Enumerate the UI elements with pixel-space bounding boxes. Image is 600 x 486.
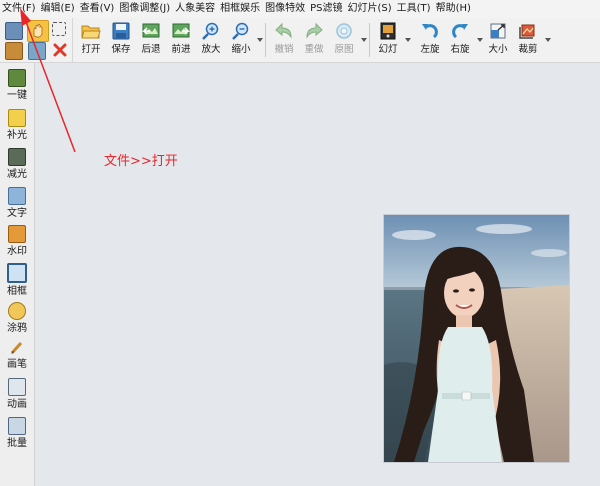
- photo-image[interactable]: [384, 215, 569, 462]
- annotation-text: 文件>>打开: [104, 154, 178, 169]
